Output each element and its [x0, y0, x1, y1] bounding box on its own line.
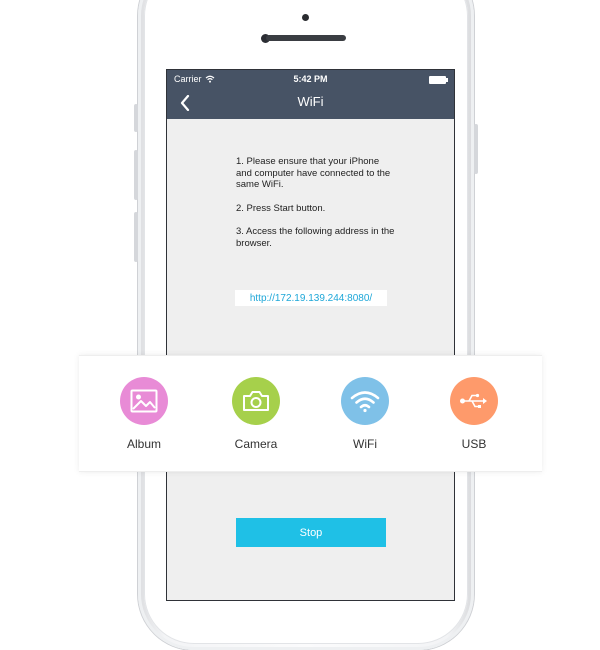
stop-button[interactable]: Stop	[236, 518, 386, 547]
navigation-bar: Carrier 5:42 PM WiFi	[167, 70, 454, 119]
feature-label: USB	[461, 437, 487, 451]
feature-camera[interactable]: Camera	[206, 377, 306, 451]
mute-switch	[134, 104, 138, 132]
camera-icon	[243, 391, 269, 411]
feature-bar: Album Camera WiFi USB	[79, 355, 542, 472]
instruction-step: 1. Please ensure that your iPhone and co…	[236, 156, 391, 190]
feature-wifi[interactable]: WiFi	[315, 377, 415, 451]
earpiece-speaker	[266, 35, 346, 41]
image-icon	[130, 389, 158, 413]
power-button	[474, 124, 478, 174]
feature-usb[interactable]: USB	[424, 377, 524, 451]
feature-label: Album	[126, 437, 161, 451]
server-address-link[interactable]: http://172.19.139.244:8080/	[235, 290, 387, 306]
feature-album[interactable]: Album	[94, 377, 194, 451]
volume-up-button	[134, 150, 138, 200]
battery-icon	[429, 76, 448, 84]
usb-circle	[450, 377, 498, 425]
volume-down-button	[134, 212, 138, 262]
usb-icon	[460, 393, 487, 408]
wifi-circle	[341, 377, 389, 425]
camera-circle	[232, 377, 280, 425]
phone-screen: Carrier 5:42 PM WiFi 1. Please ensure th…	[167, 70, 454, 600]
wifi-icon	[350, 391, 380, 413]
album-circle	[120, 377, 168, 425]
feature-label: Camera	[234, 437, 278, 451]
status-time: 5:42 PM	[293, 74, 328, 84]
page-title: WiFi	[297, 94, 324, 109]
instructions: 1. Please ensure that your iPhone and co…	[236, 156, 396, 261]
instruction-step: 3. Access the following address in the b…	[236, 226, 395, 249]
proximity-sensor	[302, 14, 309, 21]
feature-label: WiFi	[353, 437, 377, 451]
instruction-step: 2. Press Start button.	[236, 202, 326, 214]
